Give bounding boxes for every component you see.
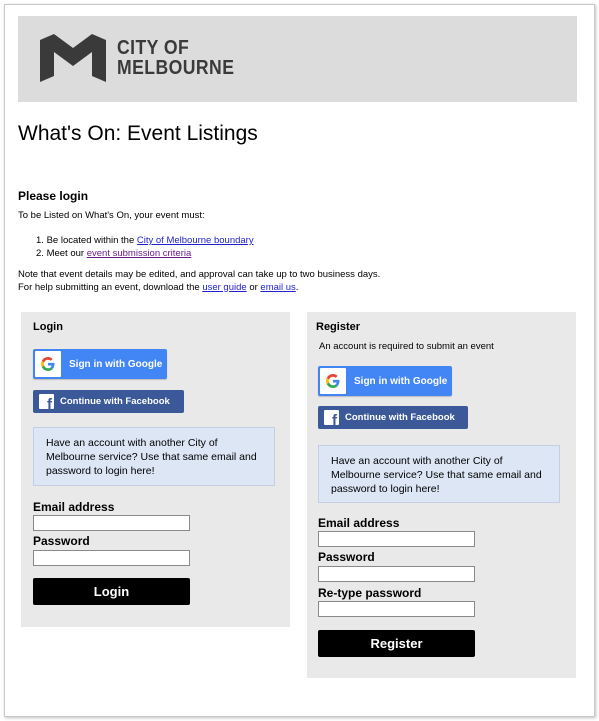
login-password-label: Password [33, 534, 90, 548]
register-email-input[interactable] [318, 531, 475, 547]
login-google-button[interactable]: Sign in with Google [33, 349, 167, 379]
melbourne-m-logo-icon [40, 34, 106, 82]
note-text: Note that event details may be edited, a… [18, 269, 380, 294]
login-email-input[interactable] [33, 515, 190, 531]
register-info-box: Have an account with another City of Mel… [318, 445, 560, 503]
logo-line-1: CITY OF [117, 37, 190, 59]
login-password-input[interactable] [33, 550, 190, 566]
register-email-label: Email address [318, 516, 400, 530]
submission-criteria-link[interactable]: event submission criteria [87, 248, 192, 259]
google-button-label: Sign in with Google [69, 358, 163, 370]
facebook-f-icon: f [324, 410, 339, 425]
register-retype-input[interactable] [318, 601, 475, 617]
register-google-button[interactable]: Sign in with Google [318, 366, 452, 396]
register-submit-button[interactable]: Register [318, 630, 475, 657]
google-g-icon [35, 351, 61, 377]
list-number: 2. [36, 247, 44, 259]
boundary-link[interactable]: City of Melbourne boundary [137, 235, 254, 246]
register-title: Register [316, 321, 361, 333]
intro-text: To be Listed on What's On, your event mu… [18, 210, 205, 221]
site-header: CITY OF MELBOURNE [18, 16, 577, 102]
facebook-button-label: Continue with Facebook [60, 396, 170, 407]
list-item: 2. Meet our event submission criteria [36, 248, 254, 261]
register-facebook-button[interactable]: f Continue with Facebook [318, 406, 468, 429]
google-g-icon [320, 368, 346, 394]
page-title: What's On: Event Listings [18, 122, 258, 145]
note-text-prefix: For help submitting an event, download t… [18, 281, 203, 293]
note-text-mid: or [246, 281, 261, 293]
google-button-label: Sign in with Google [354, 375, 448, 387]
city-of-melbourne-logo[interactable]: CITY OF MELBOURNE [40, 32, 234, 86]
register-subtitle: An account is required to submit an even… [319, 341, 494, 352]
note-text-end: . [295, 281, 299, 293]
list-text: Meet our [46, 247, 87, 259]
facebook-f-icon: f [39, 394, 54, 409]
facebook-button-label: Continue with Facebook [345, 412, 455, 423]
email-us-link[interactable]: email us [260, 282, 295, 293]
note-line-2: For help submitting an event, download t… [18, 282, 380, 295]
requirements-list: 1. Be located within the City of Melbour… [36, 235, 254, 260]
login-info-box: Have an account with another City of Mel… [33, 427, 275, 486]
register-panel: Register An account is required to submi… [307, 312, 576, 678]
register-password-input[interactable] [318, 566, 475, 582]
please-login-heading: Please login [18, 189, 89, 203]
register-password-label: Password [318, 550, 375, 564]
login-title: Login [33, 321, 63, 333]
list-item: 1. Be located within the City of Melbour… [36, 235, 254, 248]
list-text: Be located within the [46, 235, 137, 246]
note-line-1: Note that event details may be edited, a… [18, 269, 381, 280]
user-guide-link[interactable]: user guide [202, 282, 246, 293]
login-submit-button[interactable]: Login [33, 578, 190, 605]
register-retype-label: Re-type password [318, 586, 422, 600]
logo-text: CITY OF MELBOURNE [117, 38, 234, 78]
logo-line-2: MELBOURNE [117, 57, 235, 79]
login-panel: Login Sign in with Google f Continue wit… [21, 312, 290, 627]
list-number: 1. [36, 235, 44, 246]
login-email-label: Email address [33, 500, 115, 514]
login-facebook-button[interactable]: f Continue with Facebook [33, 390, 184, 413]
